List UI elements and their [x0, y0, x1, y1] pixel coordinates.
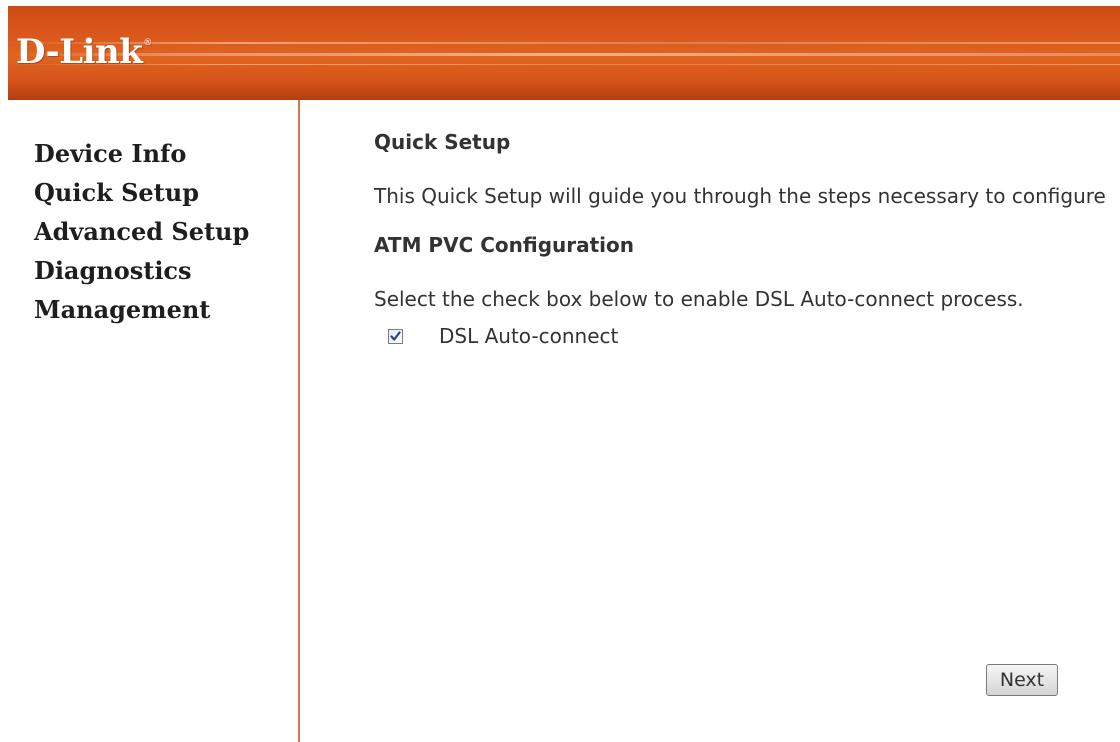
- checkmark-icon: [390, 330, 401, 341]
- auto-connect-row: DSL Auto-connect: [388, 324, 618, 348]
- header-streak: [8, 64, 1120, 65]
- sidebar-item-management[interactable]: Management: [34, 290, 249, 329]
- instruction-text: Select the check box below to enable DSL…: [374, 287, 1024, 311]
- dsl-auto-connect-checkbox[interactable]: [388, 328, 403, 344]
- next-button[interactable]: Next: [986, 664, 1058, 696]
- header-banner: D-Link®: [8, 6, 1120, 100]
- sidebar-item-quick-setup[interactable]: Quick Setup: [34, 173, 249, 212]
- sidebar-item-device-info[interactable]: Device Info: [34, 134, 249, 173]
- header-streak: [8, 42, 1120, 44]
- dlink-logo: D-Link®: [16, 32, 152, 72]
- logo-text: D-Link: [16, 32, 143, 72]
- sidebar: Device Info Quick Setup Advanced Setup D…: [8, 100, 298, 742]
- sidebar-item-advanced-setup[interactable]: Advanced Setup: [34, 212, 249, 251]
- section-title: ATM PVC Configuration: [374, 233, 634, 257]
- router-admin-frame: D-Link® Device Info Quick Setup Advanced…: [8, 6, 1120, 742]
- dsl-auto-connect-label[interactable]: DSL Auto-connect: [439, 324, 618, 348]
- header-streak: [8, 53, 1120, 56]
- registered-mark: ®: [143, 38, 152, 48]
- page-description: This Quick Setup will guide you through …: [374, 184, 1106, 208]
- page-title: Quick Setup: [374, 130, 511, 154]
- sidebar-nav: Device Info Quick Setup Advanced Setup D…: [34, 134, 249, 329]
- main-content: Quick Setup This Quick Setup will guide …: [300, 100, 1120, 742]
- sidebar-item-diagnostics[interactable]: Diagnostics: [34, 251, 249, 290]
